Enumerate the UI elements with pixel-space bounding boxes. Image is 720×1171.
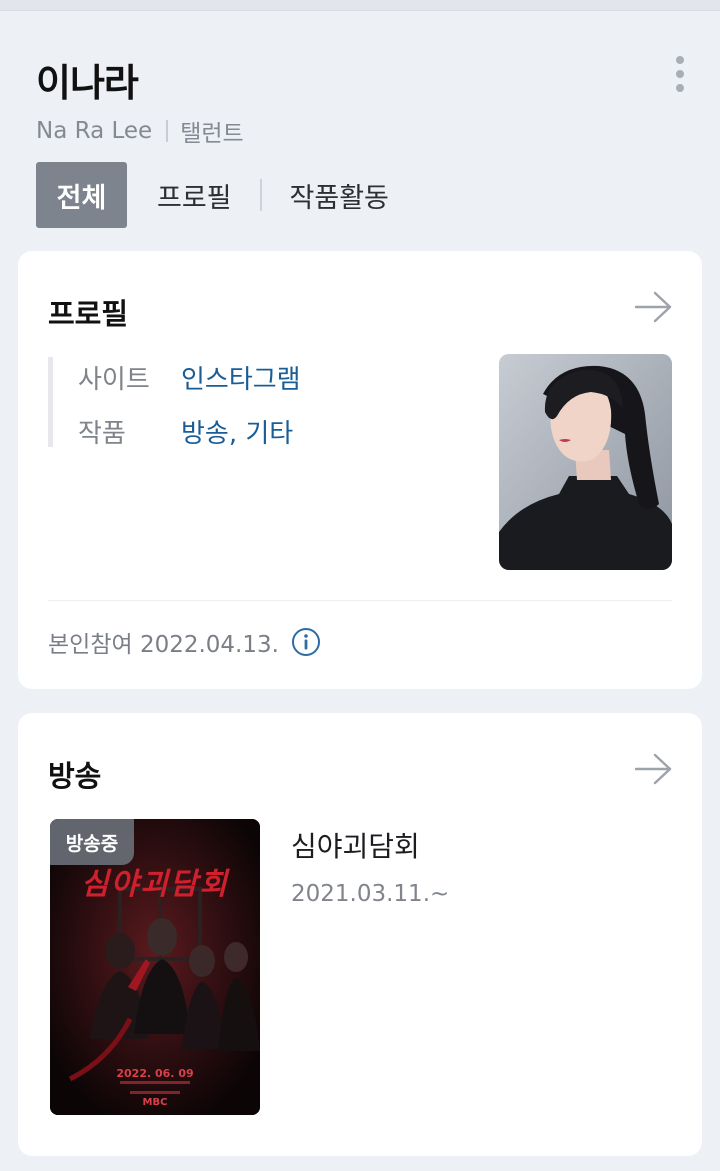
profile-card: 프로필 사이트 인스타그램 작품 방송, 기타 본인참여 2022.04.13. [18,251,702,689]
info-key-works: 작품 [78,418,126,449]
works-link[interactable]: 방송, 기타 [181,413,293,450]
poster-title-text: 심야괴담회 [81,867,229,902]
person-name-en: Na Ra Lee [36,118,153,144]
info-circle-icon[interactable] [291,627,321,657]
broadcast-card-title: 방송 [48,759,102,793]
info-key-site: 사이트 [78,364,150,395]
on-air-badge: 방송중 [50,819,134,865]
profile-header: 이나라 Na Ra Lee 탤런트 전체 프로필 작품활동 [0,10,720,250]
person-occupation: 탤런트 [180,121,244,147]
more-vertical-icon[interactable] [664,52,696,96]
poster-date-text: 2022. 06. 09 [116,1067,194,1080]
profile-info-row-site: 사이트 인스타그램 [78,357,301,397]
profile-card-divider [48,600,672,601]
arrow-right-icon[interactable] [634,289,674,325]
person-subline: Na Ra Lee 탤런트 [36,116,244,147]
tab-profile[interactable]: 프로필 [157,176,232,215]
show-poster[interactable]: 심야괴담회 2022. 06. 09 MBC 방송중 [50,819,260,1115]
arrow-right-icon[interactable] [634,751,674,787]
profile-card-title: 프로필 [48,297,129,331]
tab-bar: 전체 프로필 작품활동 [36,162,389,228]
subline-divider [166,120,169,142]
show-date: 2021.03.11.~ [291,881,450,907]
tab-all[interactable]: 전체 [36,162,127,228]
profile-info-row-works: 작품 방송, 기타 [78,411,293,451]
tab-works[interactable]: 작품활동 [290,176,389,215]
instagram-link[interactable]: 인스타그램 [181,359,301,396]
broadcast-card: 방송 심야괴담회 2022. 06. 09 MBC 방송중 심야괴담회 2021… [18,713,702,1156]
person-name: 이나라 [36,61,139,105]
profile-info-list: 사이트 인스타그램 작품 방송, 기타 [48,357,473,449]
show-title[interactable]: 심야괴담회 [291,825,420,865]
tab-divider [259,179,262,211]
poster-network-text: MBC [142,1097,168,1108]
participation-text: 본인참여 2022.04.13. [48,632,279,658]
profile-photo[interactable] [499,354,672,570]
participation-line: 본인참여 2022.04.13. [48,624,321,660]
